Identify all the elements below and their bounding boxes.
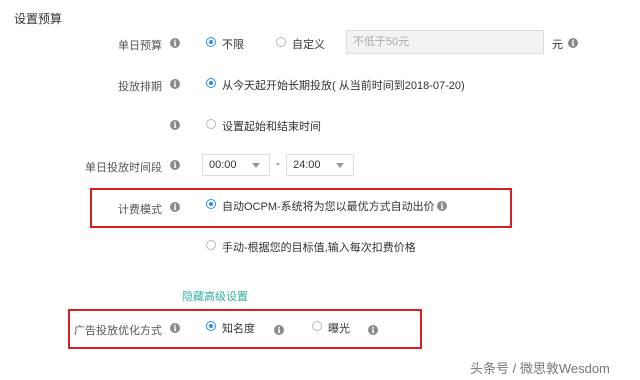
billing-auto-radio[interactable] (206, 199, 216, 209)
hide-advanced-settings-link[interactable]: 隐藏高级设置 (182, 288, 248, 304)
schedule-long-term-radio[interactable] (206, 78, 216, 88)
optimization-label: 广告投放优化方式 (74, 325, 162, 337)
optimization-exposure-label[interactable]: 曝光 (328, 320, 350, 336)
chevron-down-icon (336, 163, 344, 168)
daily-budget-label: 单日预算 (118, 40, 162, 52)
daily-budget-custom-radio[interactable] (276, 37, 286, 47)
daily-time-label: 单日投放时间段 (85, 162, 162, 174)
schedule-range-label[interactable]: 设置起始和结束时间 (222, 118, 321, 134)
chevron-down-icon (252, 163, 260, 168)
info-icon[interactable]: i (274, 325, 284, 335)
daily-budget-unlimited-label[interactable]: 不限 (222, 36, 244, 52)
optimization-awareness-radio[interactable] (206, 321, 216, 331)
info-icon[interactable]: i (170, 120, 180, 130)
daily-budget-input[interactable]: 不低于50元 (346, 30, 544, 54)
info-icon[interactable]: i (568, 38, 578, 48)
info-icon[interactable]: i (437, 201, 447, 211)
schedule-long-term-label[interactable]: 从今天起开始长期投放( 从当前时间到2018-07-20) (222, 77, 465, 93)
info-icon[interactable]: i (170, 79, 180, 89)
start-time-value: 00:00 (209, 159, 237, 171)
daily-budget-custom-label[interactable]: 自定义 (292, 36, 325, 52)
time-separator: - (276, 158, 280, 170)
watermark: 头条号 / 微思敦Wesdom (470, 361, 610, 376)
info-icon[interactable]: i (170, 202, 180, 212)
optimization-exposure-radio[interactable] (312, 321, 322, 331)
currency-unit: 元 (552, 39, 563, 51)
info-icon[interactable]: i (170, 160, 180, 170)
optimization-awareness-label[interactable]: 知名度 (222, 320, 255, 336)
daily-budget-unlimited-radio[interactable] (206, 37, 216, 47)
billing-manual-label[interactable]: 手动-根据您的目标值,输入每次扣费价格 (222, 239, 416, 255)
billing-auto-label[interactable]: 自动OCPM-系统将为您以最优方式自动出价 (222, 198, 435, 214)
schedule-range-radio[interactable] (206, 119, 216, 129)
info-icon[interactable]: i (368, 325, 378, 335)
info-icon[interactable]: i (170, 38, 180, 48)
billing-label: 计费模式 (118, 204, 162, 216)
section-title: 设置预算 (14, 12, 63, 26)
schedule-label: 投放排期 (118, 81, 162, 93)
billing-manual-radio[interactable] (206, 240, 216, 250)
info-icon[interactable]: i (170, 323, 180, 333)
end-time-value: 24:00 (293, 159, 321, 171)
